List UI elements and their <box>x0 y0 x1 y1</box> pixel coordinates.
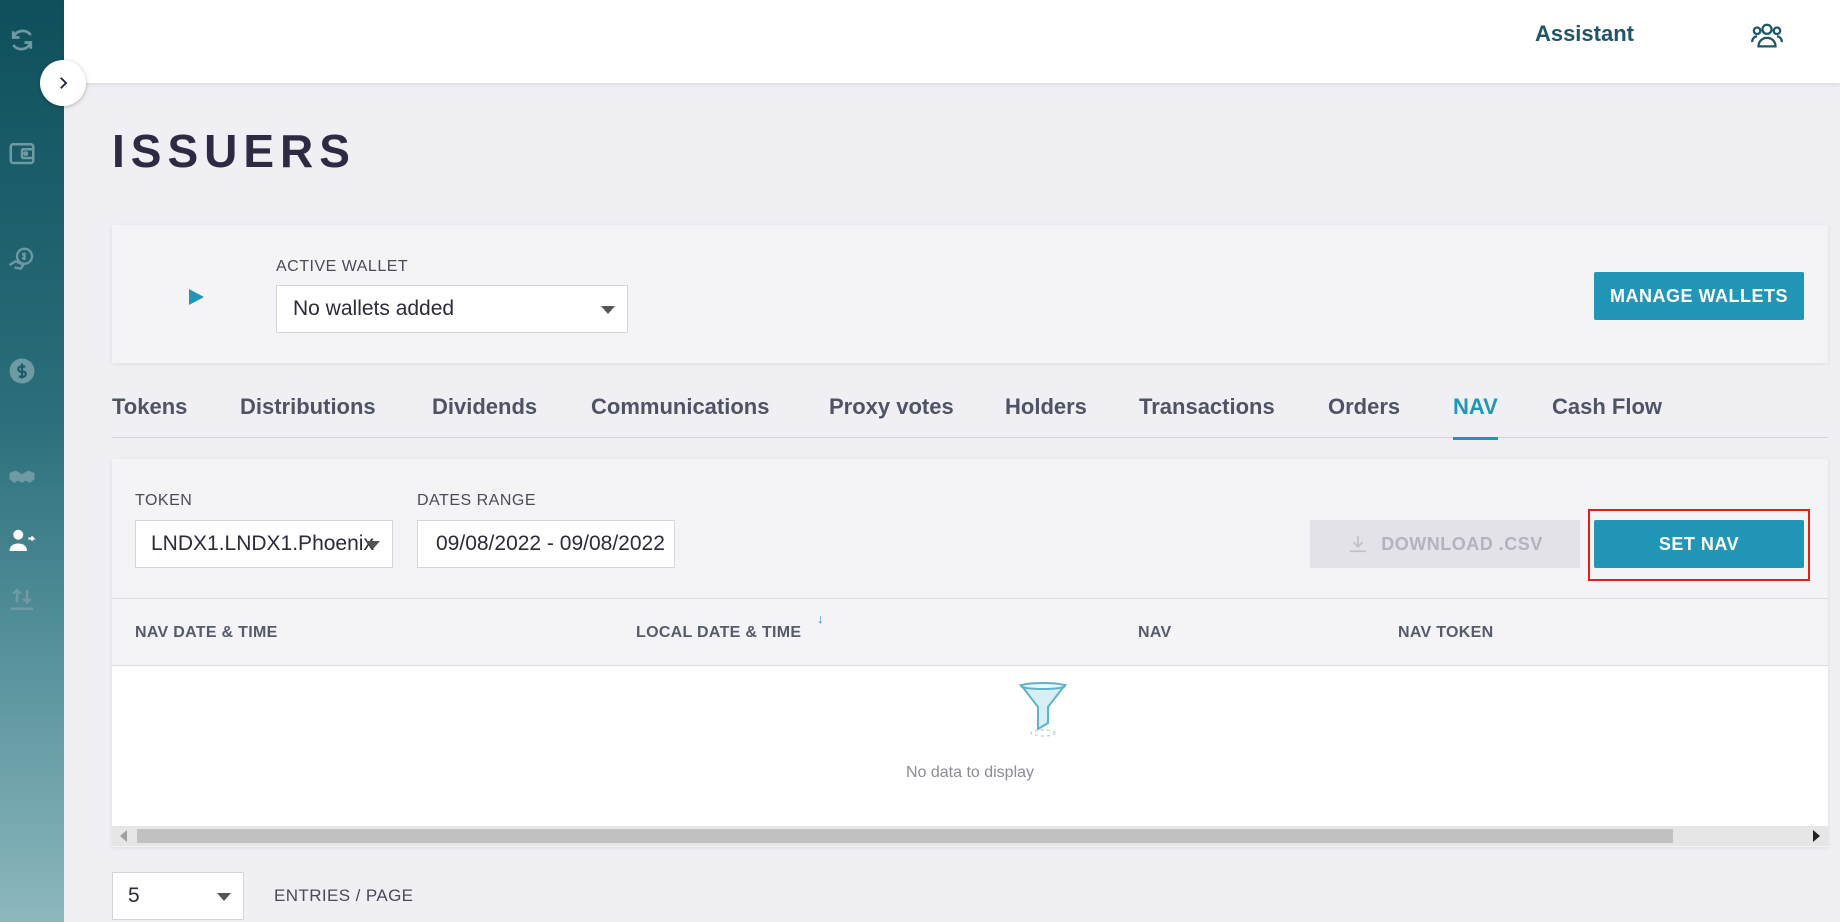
money-hand-icon[interactable] <box>6 244 38 276</box>
column-local-date-time[interactable]: LOCAL DATE & TIME <box>636 624 801 642</box>
filter-funnel-icon <box>1018 682 1068 737</box>
scroll-left-arrow-icon[interactable] <box>120 830 127 842</box>
tab-cash-flow[interactable]: Cash Flow <box>1552 394 1662 420</box>
tab-bar: Tokens Distributions Dividends Communica… <box>112 390 1828 440</box>
table-header: NAV DATE & TIME LOCAL DATE & TIME ↓ NAV … <box>112 598 1828 666</box>
empty-message: No data to display <box>905 764 1035 781</box>
download-csv-button[interactable]: DOWNLOAD .CSV <box>1310 520 1580 568</box>
caret-down-icon <box>217 893 231 901</box>
user-transfer-icon[interactable] <box>6 525 38 557</box>
scroll-thumb[interactable] <box>137 829 1673 843</box>
download-icon <box>1350 535 1367 553</box>
tab-transactions[interactable]: Transactions <box>1139 394 1275 420</box>
wallet-panel: ACTIVE WALLET No wallets added MANAGE WA… <box>112 225 1828 363</box>
expand-sidebar-button[interactable] <box>40 60 86 106</box>
token-select[interactable]: LNDX1.LNDX1.Phoenix <box>135 520 393 568</box>
play-icon[interactable] <box>186 287 206 307</box>
page-size-select[interactable]: 5 <box>112 872 244 920</box>
entries-per-page-label: ENTRIES / PAGE <box>274 886 414 905</box>
refresh-logo-icon[interactable] <box>6 24 38 56</box>
tab-distributions[interactable]: Distributions <box>240 394 376 420</box>
tab-communications[interactable]: Communications <box>591 394 769 420</box>
wallet-icon[interactable] <box>6 137 38 169</box>
token-label: TOKEN <box>135 492 193 509</box>
page-title: ISSUERS <box>112 125 356 177</box>
page-size-value: 5 <box>128 884 140 907</box>
handshake-icon[interactable] <box>6 462 38 494</box>
caret-down-icon <box>366 541 380 549</box>
column-nav-date-time[interactable]: NAV DATE & TIME <box>135 624 278 642</box>
download-csv-label: DOWNLOAD .CSV <box>1381 533 1543 554</box>
sidebar <box>0 0 64 922</box>
tab-orders[interactable]: Orders <box>1328 394 1400 420</box>
tab-tokens[interactable]: Tokens <box>112 394 187 420</box>
active-wallet-value: No wallets added <box>293 297 455 320</box>
table-body: No data to display <box>112 666 1828 826</box>
dates-range-value: 09/08/2022 - 09/08/2022 <box>436 532 665 555</box>
dollar-icon[interactable] <box>6 355 38 387</box>
sort-arrow-icon[interactable]: ↓ <box>817 611 824 626</box>
tab-holders[interactable]: Holders <box>1005 394 1087 420</box>
token-value: LNDX1.LNDX1.Phoenix <box>151 532 374 555</box>
manage-wallets-button[interactable]: MANAGE WALLETS <box>1594 272 1804 320</box>
column-nav[interactable]: NAV <box>1138 624 1172 642</box>
tab-dividends[interactable]: Dividends <box>432 394 537 420</box>
tab-proxy-votes[interactable]: Proxy votes <box>829 394 954 420</box>
dates-range-input[interactable]: 09/08/2022 - 09/08/2022 <box>417 520 675 568</box>
caret-down-icon <box>601 306 615 314</box>
upload-download-icon[interactable] <box>6 584 38 616</box>
top-bar: Assistant <box>64 0 1840 83</box>
column-nav-token[interactable]: NAV TOKEN <box>1398 624 1493 642</box>
users-icon[interactable] <box>1750 18 1784 52</box>
assistant-link[interactable]: Assistant <box>1535 21 1634 47</box>
nav-panel: TOKEN LNDX1.LNDX1.Phoenix DATES RANGE 09… <box>112 459 1828 847</box>
scroll-right-arrow-icon[interactable] <box>1813 830 1820 842</box>
active-wallet-select[interactable]: No wallets added <box>276 285 628 333</box>
chevron-right-icon <box>60 77 68 89</box>
tab-nav[interactable]: NAV <box>1453 394 1498 440</box>
dates-range-label: DATES RANGE <box>417 492 536 509</box>
horizontal-scrollbar[interactable] <box>112 826 1828 846</box>
active-wallet-label: ACTIVE WALLET <box>276 258 409 275</box>
set-nav-button[interactable]: SET NAV <box>1594 520 1804 568</box>
